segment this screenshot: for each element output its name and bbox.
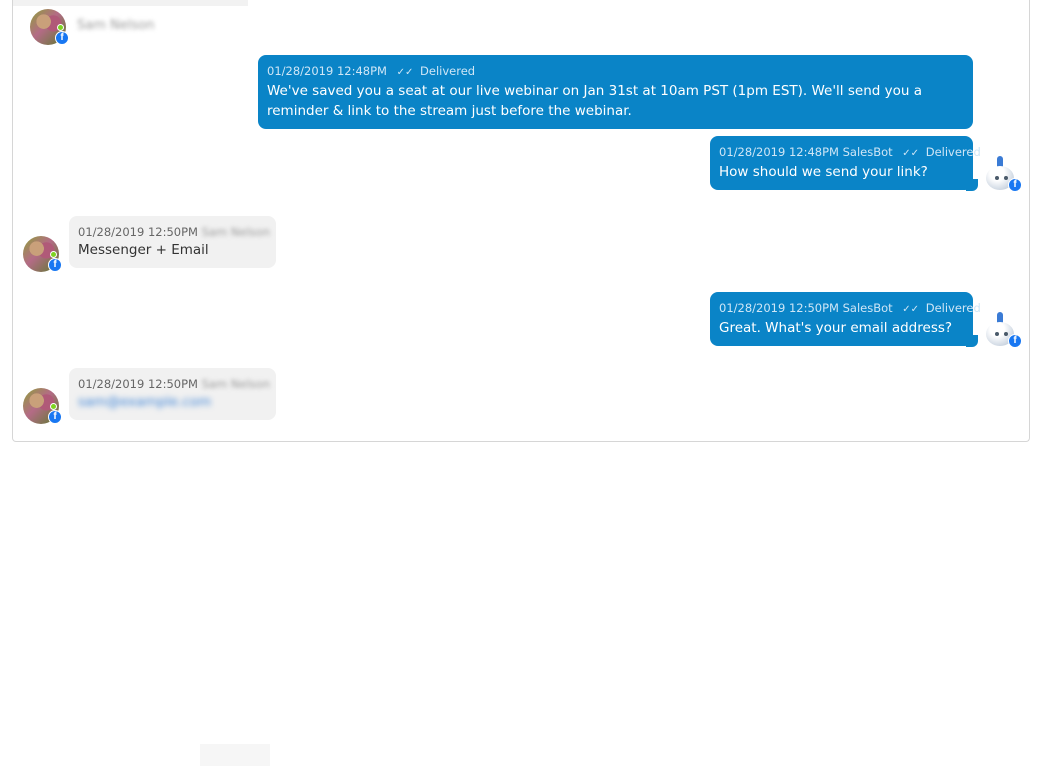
message-text: Messenger + Email (78, 242, 209, 258)
sender-name: Sam Nelson (201, 225, 270, 239)
facebook-icon: f (55, 31, 69, 45)
facebook-icon: f (48, 410, 62, 424)
double-check-icon: ✓✓ (902, 304, 920, 315)
bubble-tail (966, 335, 978, 347)
email-link[interactable]: sam@example.com (78, 392, 267, 412)
footer-fragment (200, 744, 270, 766)
delivery-status: Delivered (925, 145, 981, 159)
header-strip (13, 0, 248, 6)
sender-name: Sam Nelson (201, 377, 270, 391)
online-status-dot (50, 251, 57, 258)
outgoing-message: 01/28/2019 12:48PM ✓✓ Delivered We've sa… (258, 55, 973, 129)
message-meta: 01/28/2019 12:48PM SalesBot ✓✓ Delivered (719, 144, 981, 162)
message-timestamp: 01/28/2019 12:50PM (719, 301, 839, 315)
delivery-status: Delivered (420, 64, 476, 78)
delivery-status: Delivered (925, 301, 981, 315)
message-meta: 01/28/2019 12:50PM SalesBot ✓✓ Delivered (719, 300, 981, 318)
online-status-dot (50, 403, 57, 410)
online-status-dot (57, 24, 64, 31)
outgoing-message: 01/28/2019 12:50PM SalesBot ✓✓ Delivered… (710, 292, 981, 346)
sender-name: SalesBot (842, 301, 893, 315)
sender-name: SalesBot (842, 145, 893, 159)
outgoing-message: 01/28/2019 12:48PM SalesBot ✓✓ Delivered… (710, 136, 981, 190)
message-meta: 01/28/2019 12:48PM ✓✓ Delivered (267, 63, 964, 81)
message-text: How should we send your link? (719, 164, 928, 180)
contact-name: Sam Nelson (77, 18, 155, 33)
message-meta: 01/28/2019 12:50PM Sam Nelson (78, 376, 270, 392)
message-timestamp: 01/28/2019 12:50PM (78, 225, 198, 239)
message-timestamp: 01/28/2019 12:50PM (78, 377, 198, 391)
message-timestamp: 01/28/2019 12:48PM (719, 145, 839, 159)
message-timestamp: 01/28/2019 12:48PM (267, 64, 387, 78)
incoming-message: 01/28/2019 12:50PM Sam Nelson Messenger … (69, 216, 276, 268)
bubble-tail (966, 179, 978, 191)
message-text: We've saved you a seat at our live webin… (267, 83, 922, 119)
message-text: Great. What's your email address? (719, 320, 953, 336)
message-meta: 01/28/2019 12:50PM Sam Nelson (78, 224, 270, 240)
double-check-icon: ✓✓ (396, 67, 414, 78)
facebook-icon: f (48, 258, 62, 272)
facebook-icon: f (1008, 334, 1022, 348)
incoming-message: 01/28/2019 12:50PM Sam Nelson sam@exampl… (69, 368, 276, 420)
double-check-icon: ✓✓ (902, 148, 920, 159)
facebook-icon: f (1008, 178, 1022, 192)
